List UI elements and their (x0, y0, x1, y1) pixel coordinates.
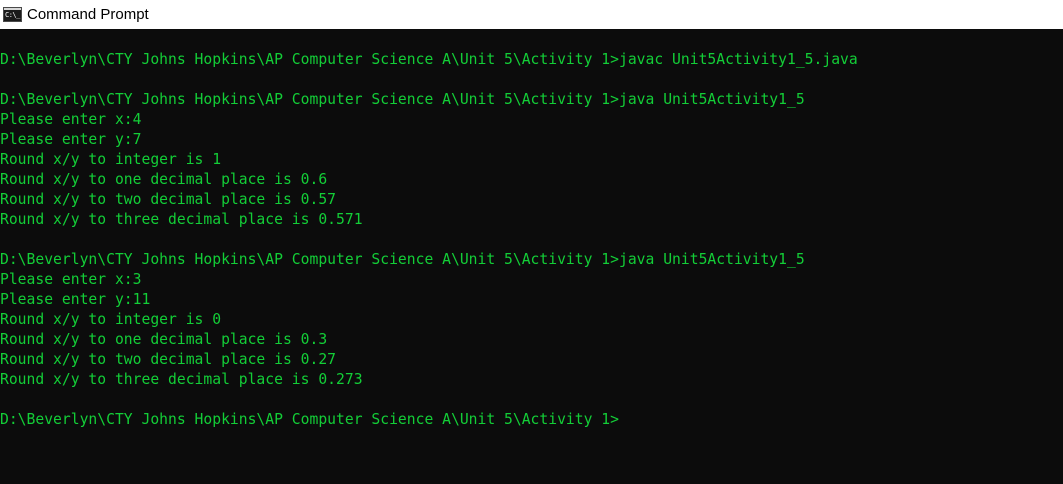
title-bar[interactable]: C:\_ Command Prompt (0, 0, 1063, 29)
console-line: Please enter x:4 (0, 111, 142, 128)
console-line: Please enter y:7 (0, 131, 142, 148)
console-line: D:\Beverlyn\CTY Johns Hopkins\AP Compute… (0, 51, 858, 68)
console-line: Round x/y to integer is 1 (0, 151, 222, 168)
console-line: Round x/y to integer is 0 (0, 311, 222, 328)
console-line: Please enter x:3 (0, 271, 142, 288)
console-line: D:\Beverlyn\CTY Johns Hopkins\AP Compute… (0, 91, 805, 108)
command-prompt-icon[interactable]: C:\_ (3, 7, 22, 22)
command-prompt-window: C:\_ Command Prompt D:\Beverlyn\CTY John… (0, 0, 1063, 484)
console-line: Round x/y to three decimal place is 0.57… (0, 211, 363, 228)
console-line: Round x/y to one decimal place is 0.3 (0, 331, 328, 348)
console-line: Round x/y to one decimal place is 0.6 (0, 171, 328, 188)
console-line: Please enter y:11 (0, 291, 151, 308)
window-title: Command Prompt (27, 6, 149, 23)
console-line: Round x/y to two decimal place is 0.57 (0, 191, 337, 208)
console-line: Round x/y to three decimal place is 0.27… (0, 371, 363, 388)
console-line: D:\Beverlyn\CTY Johns Hopkins\AP Compute… (0, 251, 805, 268)
app-icon-glyph: C:\_ (5, 11, 20, 19)
console-line: Round x/y to two decimal place is 0.27 (0, 351, 337, 368)
console-output[interactable]: D:\Beverlyn\CTY Johns Hopkins\AP Compute… (0, 29, 1063, 484)
console-prompt-line: D:\Beverlyn\CTY Johns Hopkins\AP Compute… (0, 411, 619, 428)
